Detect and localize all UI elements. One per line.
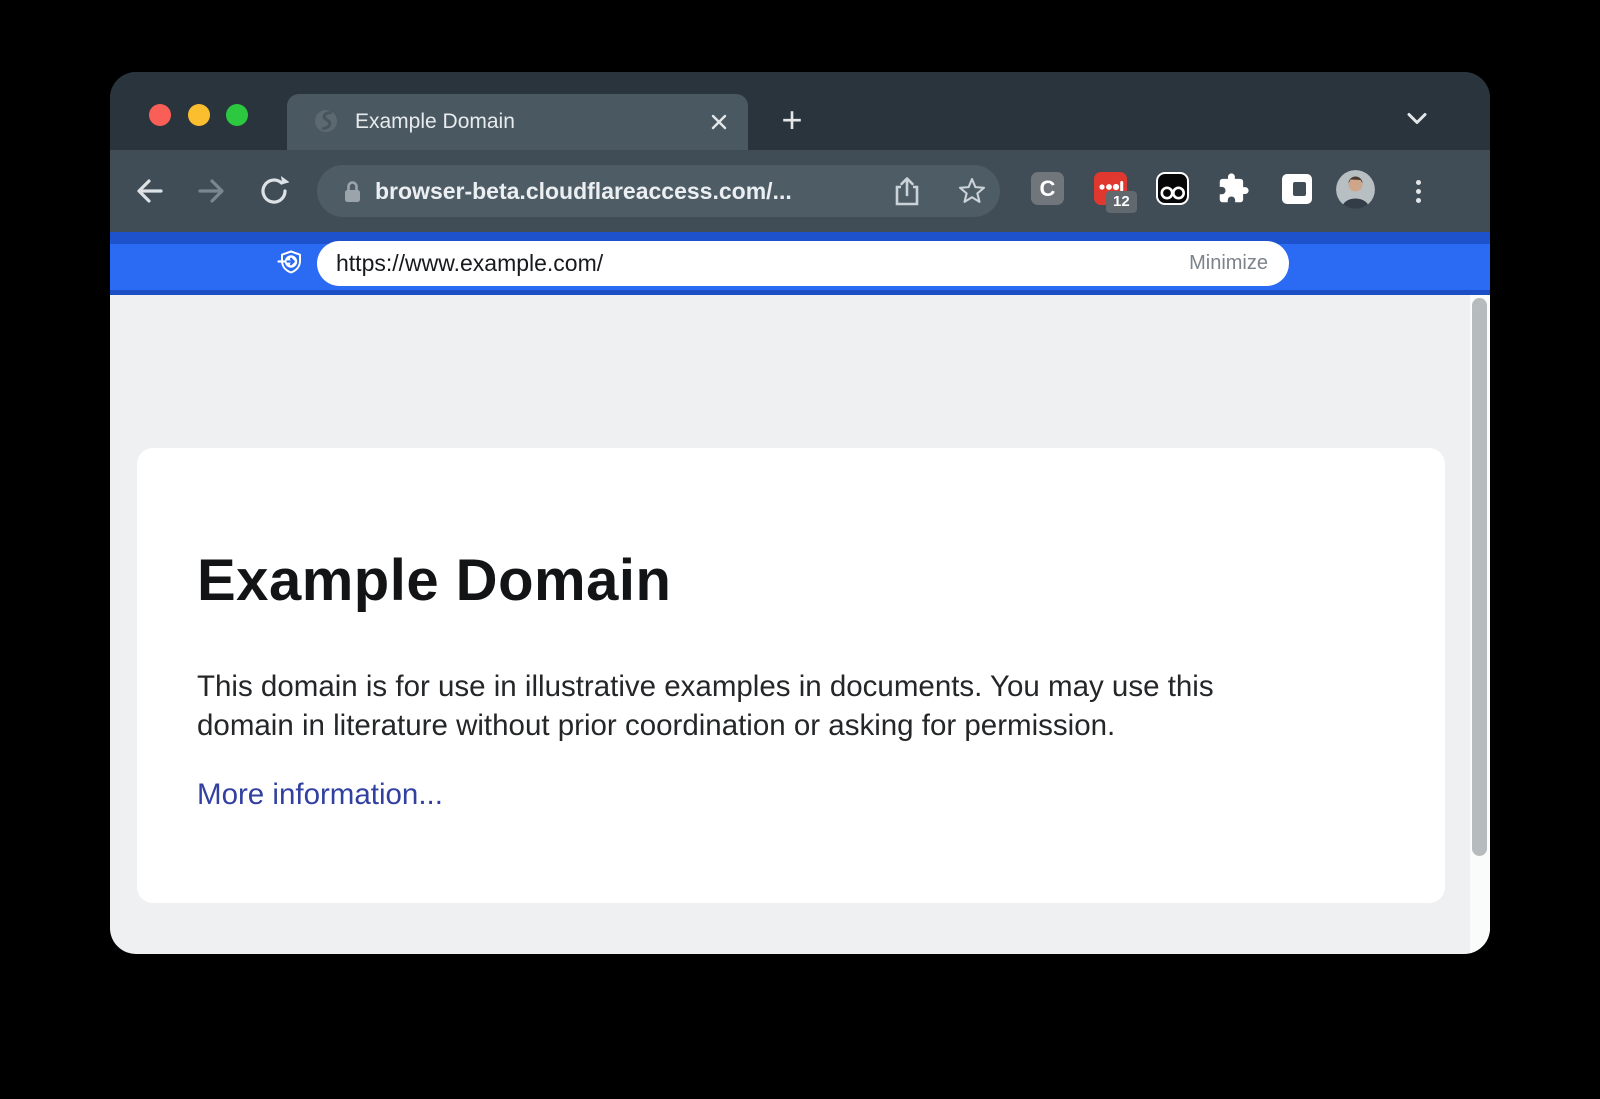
chrome-menu-icon[interactable] bbox=[1403, 174, 1433, 208]
profile-avatar[interactable] bbox=[1336, 170, 1375, 209]
new-tab-button[interactable]: + bbox=[774, 103, 810, 139]
bookmark-star-icon[interactable] bbox=[957, 176, 987, 206]
remote-url-text[interactable]: https://www.example.com/ bbox=[336, 241, 603, 286]
reload-icon[interactable] bbox=[255, 172, 293, 210]
extension-c-icon[interactable]: C bbox=[1031, 172, 1064, 205]
browser-window: Example Domain + bbox=[110, 72, 1490, 954]
address-url-text: browser-beta.cloudflareaccess.com/... bbox=[375, 165, 792, 217]
scrollbar-track[interactable] bbox=[1470, 295, 1490, 954]
side-panel-hole bbox=[1293, 182, 1306, 196]
macos-close-button[interactable] bbox=[149, 104, 171, 126]
macos-fullscreen-button[interactable] bbox=[226, 104, 248, 126]
side-panel-icon[interactable] bbox=[1282, 174, 1312, 204]
more-information-link[interactable]: More information... bbox=[197, 778, 443, 812]
page-paragraph: This domain is for use in illustrative e… bbox=[197, 668, 1385, 745]
back-icon[interactable] bbox=[131, 172, 169, 210]
content-card: Example Domain This domain is for use in… bbox=[137, 448, 1445, 903]
shield-arrow-icon bbox=[277, 249, 304, 277]
tab-title: Example Domain bbox=[355, 94, 515, 150]
page-viewport: Example Domain This domain is for use in… bbox=[110, 295, 1490, 954]
paragraph-line-2: domain in literature without prior coord… bbox=[197, 707, 1385, 746]
tab-example-domain[interactable]: Example Domain bbox=[287, 94, 748, 150]
extension-badge: 12 bbox=[1106, 191, 1137, 213]
share-icon[interactable] bbox=[893, 176, 921, 207]
macos-minimize-button[interactable] bbox=[188, 104, 210, 126]
page-title: Example Domain bbox=[197, 546, 1385, 616]
scrollbar-thumb[interactable] bbox=[1472, 298, 1487, 856]
minimize-button[interactable]: Minimize bbox=[1189, 241, 1268, 286]
tab-search-chevron-icon[interactable] bbox=[1406, 112, 1428, 125]
extensions-puzzle-icon[interactable] bbox=[1217, 172, 1250, 205]
address-bar[interactable]: browser-beta.cloudflareaccess.com/... bbox=[317, 165, 1000, 217]
paragraph-line-1: This domain is for use in illustrative e… bbox=[197, 668, 1385, 707]
lock-icon[interactable] bbox=[343, 180, 362, 203]
forward-icon[interactable] bbox=[192, 172, 230, 210]
globe-favicon-icon bbox=[313, 108, 339, 134]
extension-goggles-icon[interactable] bbox=[1156, 172, 1189, 205]
tab-strip: Example Domain + bbox=[110, 72, 1490, 150]
remote-url-input[interactable]: https://www.example.com/ Minimize bbox=[317, 241, 1289, 286]
browser-toolbar: browser-beta.cloudflareaccess.com/... C bbox=[110, 150, 1490, 232]
remote-browser-bar: https://www.example.com/ Minimize bbox=[110, 232, 1490, 295]
extension-red-dots-icon[interactable]: 12 bbox=[1094, 172, 1127, 205]
tab-close-icon[interactable] bbox=[706, 109, 732, 135]
